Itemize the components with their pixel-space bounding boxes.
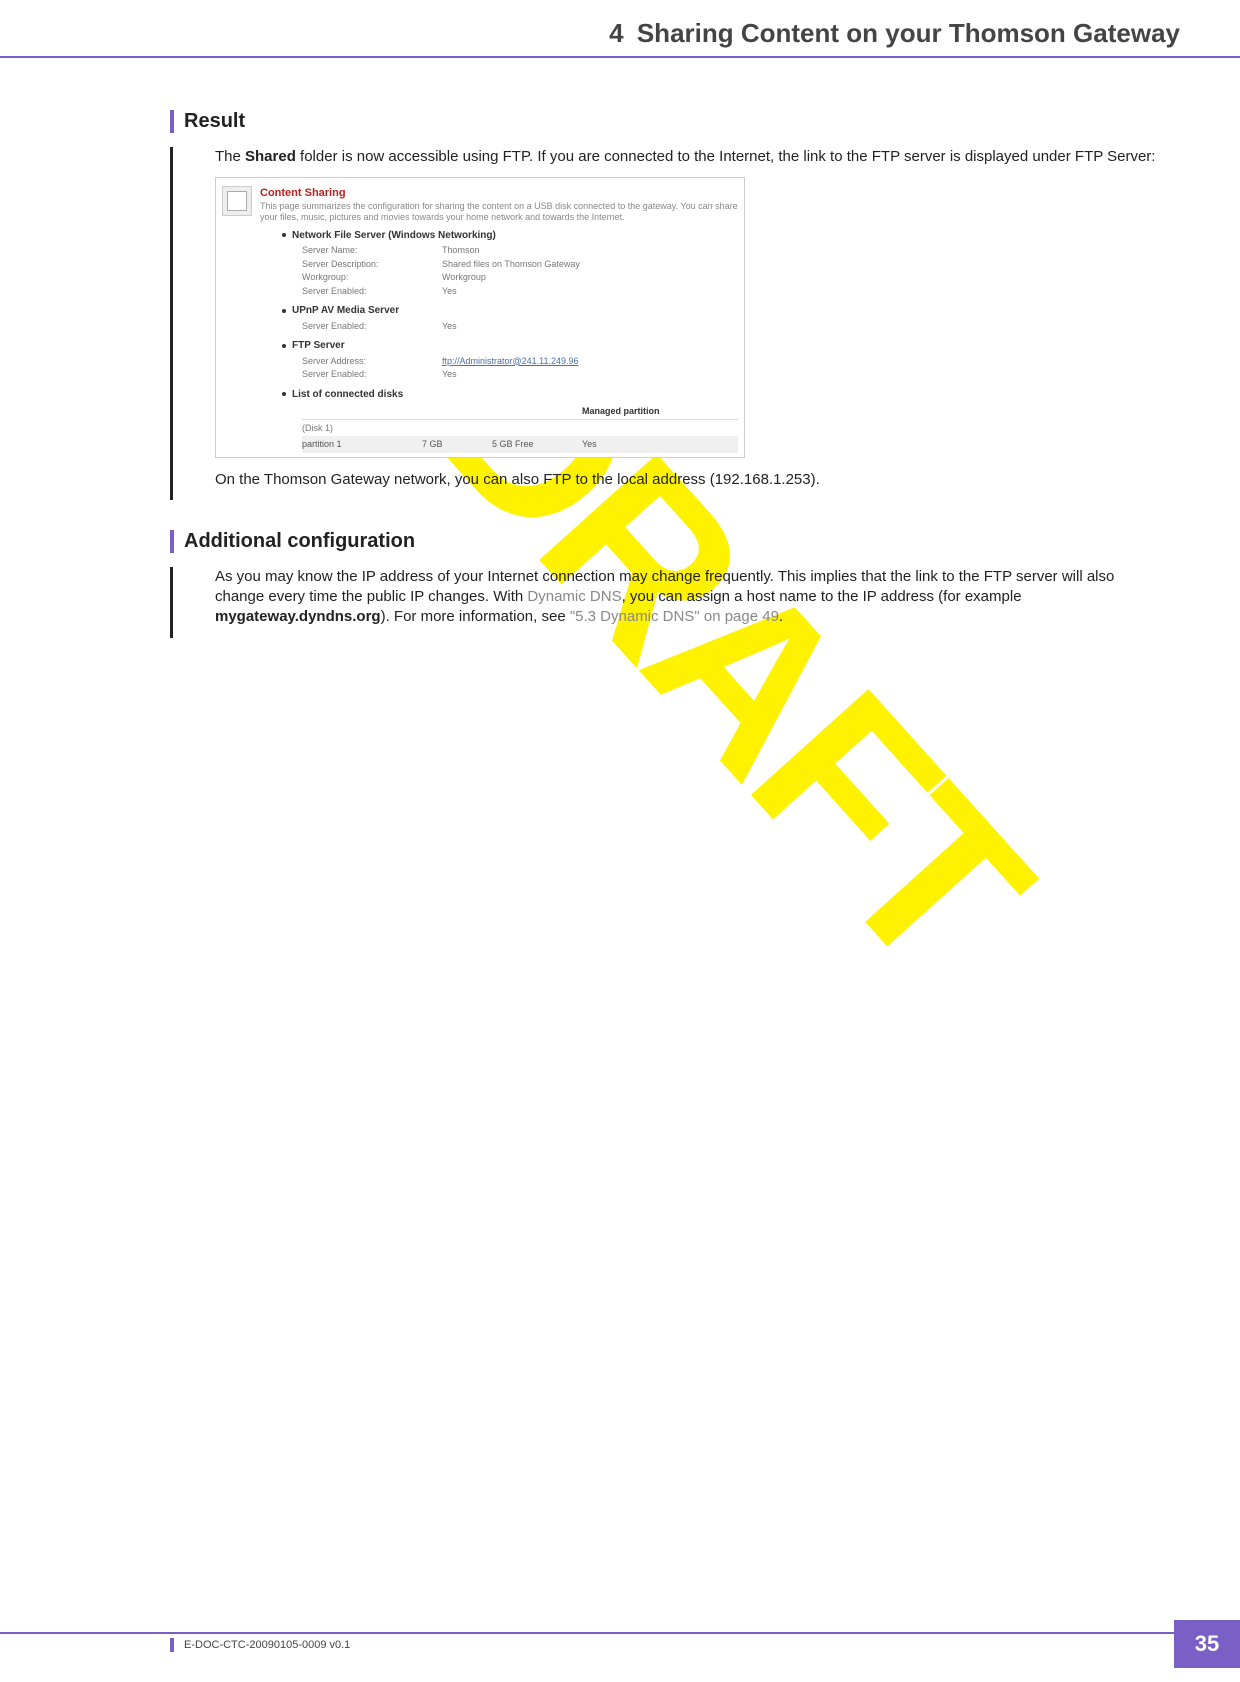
ftp-row: Server Address:ftp://Administrator@241.1… — [302, 355, 738, 369]
heading-accent-bar — [170, 110, 174, 133]
result-text: The Shared folder is now accessible usin… — [215, 147, 1165, 500]
nfs-title: Network File Server (Windows Networking) — [292, 229, 496, 243]
ftp-row: Server Enabled:Yes — [302, 368, 738, 382]
result-intro: The Shared folder is now accessible usin… — [215, 147, 1155, 167]
partition-size: 7 GB — [422, 438, 492, 450]
ftp-section: FTP Server — [282, 339, 738, 353]
content-sharing-screenshot: Content Sharing This page summarizes the… — [215, 177, 745, 457]
result-outro: On the Thomson Gateway network, you can … — [215, 470, 1155, 490]
page-content: Result The Shared folder is now accessib… — [170, 110, 1170, 668]
page-ref-link[interactable]: "5.3 Dynamic DNS" on page 49 — [570, 608, 779, 625]
partition-row: partition 1 7 GB 5 GB Free Yes — [302, 436, 738, 452]
additional-block: As you may know the IP address of your I… — [170, 567, 1170, 638]
lbl: Server Enabled: — [302, 320, 442, 334]
t: , you can assign a host name to the IP a… — [622, 588, 1022, 605]
additional-text: As you may know the IP address of your I… — [215, 567, 1170, 638]
additional-heading: Additional configuration — [184, 530, 415, 553]
hostname-example: mygateway.dyndns.org — [215, 608, 381, 625]
t: . — [779, 608, 783, 625]
disks-title: List of connected disks — [292, 388, 403, 402]
ftp-link[interactable]: ftp://Administrator@241.11.249.96 — [442, 355, 579, 369]
lbl: Server Description: — [302, 258, 442, 272]
th-managed: Managed partition — [582, 405, 672, 417]
val: Yes — [442, 285, 457, 299]
block-left-bar — [170, 147, 173, 500]
page-icon — [222, 186, 252, 216]
val: Shared files on Thomson Gateway — [442, 258, 580, 272]
nfs-row: Workgroup:Workgroup — [302, 271, 738, 285]
val: Yes — [442, 320, 457, 334]
lbl: Server Name: — [302, 244, 442, 258]
bullet-icon — [282, 344, 286, 348]
doc-id-text: E-DOC-CTC-20090105-0009 v0.1 — [184, 1639, 350, 1651]
ss-header: Content Sharing This page summarizes the… — [222, 186, 738, 222]
ftp-title: FTP Server — [292, 339, 345, 353]
nfs-row: Server Name:Thomson — [302, 244, 738, 258]
header-rule — [0, 56, 1240, 58]
result-heading: Result — [184, 110, 245, 133]
val: Yes — [442, 368, 457, 382]
partition-free: 5 GB Free — [492, 438, 582, 450]
t: The — [215, 148, 245, 165]
nfs-section: Network File Server (Windows Networking) — [282, 229, 738, 243]
shared-word: Shared — [245, 148, 296, 165]
page-number: 35 — [1174, 1620, 1240, 1668]
bullet-icon — [282, 233, 286, 237]
disks-table-head: Managed partition — [302, 403, 738, 420]
nfs-row: Server Enabled:Yes — [302, 285, 738, 299]
ss-desc: This page summarizes the configuration f… — [260, 201, 738, 223]
footer-doc-id: E-DOC-CTC-20090105-0009 v0.1 — [170, 1638, 350, 1652]
lbl: Server Address: — [302, 355, 442, 369]
dyndns-ref[interactable]: Dynamic DNS — [527, 588, 621, 605]
t: ). For more information, see — [381, 608, 570, 625]
bullet-icon — [282, 309, 286, 313]
th — [422, 405, 492, 417]
chapter-header: 4 Sharing Content on your Thomson Gatewa… — [609, 18, 1180, 49]
heading-accent-bar — [170, 530, 174, 553]
disk-label: (Disk 1) — [302, 420, 738, 436]
footer-tick-icon — [170, 1638, 174, 1652]
lbl: Workgroup: — [302, 271, 442, 285]
result-block: The Shared folder is now accessible usin… — [170, 147, 1170, 500]
upnp-title: UPnP AV Media Server — [292, 304, 399, 318]
footer-rule — [0, 1632, 1174, 1634]
nfs-row: Server Description:Shared files on Thoms… — [302, 258, 738, 272]
lbl: Server Enabled: — [302, 285, 442, 299]
upnp-section: UPnP AV Media Server — [282, 304, 738, 318]
chapter-title: Sharing Content on your Thomson Gateway — [637, 18, 1180, 48]
additional-heading-row: Additional configuration — [170, 530, 1170, 553]
disks-section: List of connected disks — [282, 388, 738, 402]
partition-name: partition 1 — [302, 438, 422, 450]
lbl: Server Enabled: — [302, 368, 442, 382]
val: Thomson — [442, 244, 480, 258]
bullet-icon — [282, 392, 286, 396]
upnp-row: Server Enabled:Yes — [302, 320, 738, 334]
result-heading-row: Result — [170, 110, 1170, 133]
t: folder is now accessible using FTP. If y… — [296, 148, 1156, 165]
val: Workgroup — [442, 271, 486, 285]
ss-title: Content Sharing — [260, 186, 738, 201]
chapter-number: 4 — [609, 18, 623, 48]
th — [302, 405, 422, 417]
partition-managed: Yes — [582, 438, 672, 450]
additional-paragraph: As you may know the IP address of your I… — [215, 567, 1160, 628]
block-left-bar — [170, 567, 173, 638]
th — [492, 405, 582, 417]
